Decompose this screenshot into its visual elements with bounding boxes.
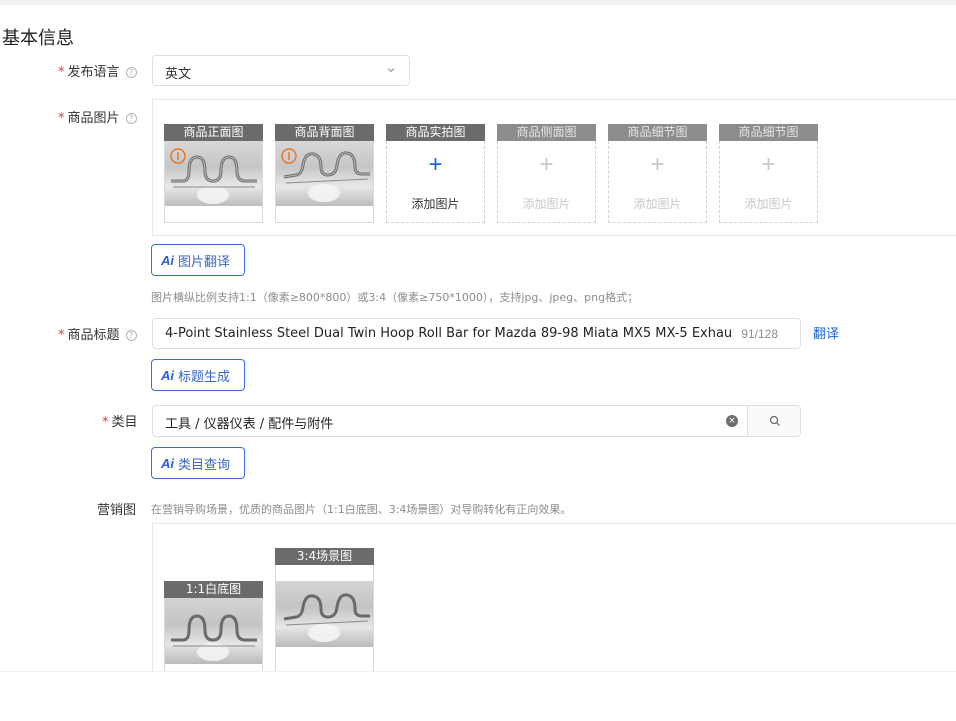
marketing-slot-body: [275, 565, 374, 672]
image-slot-body: + 添加图片: [497, 141, 596, 223]
roll-bar-photo: [171, 614, 257, 661]
plus-icon: +: [761, 151, 776, 178]
marketing-slot-scene[interactable]: 3:4场景图: [275, 548, 374, 672]
image-translate-button[interactable]: Ai 图片翻译: [151, 244, 245, 276]
image-slot-back[interactable]: 商品背面图: [275, 124, 374, 223]
image-slot-caption: 商品细节图: [719, 124, 818, 141]
image-slot-caption: 商品实拍图: [386, 124, 485, 141]
help-icon[interactable]: ?: [125, 67, 137, 78]
marketing-slot-body: [164, 598, 263, 672]
plus-icon: +: [539, 151, 554, 178]
search-icon: [769, 415, 780, 426]
category-field[interactable]: 工具 / 仪器仪表 / 配件与附件 ×: [152, 405, 801, 437]
category-label: * 类目: [102, 411, 138, 430]
product-photo: [276, 581, 373, 647]
ai-icon: Ai: [161, 455, 174, 471]
image-slot-body: [275, 141, 374, 223]
category-query-button[interactable]: Ai 类目查询: [151, 447, 245, 479]
language-select-value: 英文: [165, 67, 192, 82]
top-strip: [0, 0, 956, 5]
image-slot-caption: 商品侧面图: [497, 124, 596, 141]
image-slot-detail-1: 商品细节图 + 添加图片: [608, 124, 707, 223]
product-photo: [165, 598, 262, 664]
category-query-label: 类目查询: [178, 457, 231, 473]
section-title: 基本信息: [2, 28, 74, 49]
image-slot-detail-2: 商品细节图 + 添加图片: [719, 124, 818, 223]
category-label-text: 类目: [111, 415, 138, 430]
product-title-label-text: 商品标题: [67, 328, 120, 343]
help-icon[interactable]: ?: [125, 113, 137, 124]
product-photo: [165, 141, 262, 206]
image-slot-body: + 添加图片: [608, 141, 707, 223]
marketing-slot-caption: 3:4场景图: [275, 548, 374, 565]
roll-bar-photo: [283, 593, 370, 642]
ai-icon: Ai: [161, 367, 174, 383]
image-slot-real-shot[interactable]: 商品实拍图 + 添加图片: [386, 124, 485, 223]
product-title-label: * 商品标题?: [58, 324, 137, 343]
image-format-hint: 图片横纵比例支持1:1（像素≥800*800）或3:4（像素≥750*1000）…: [151, 291, 639, 304]
help-icon[interactable]: ?: [125, 330, 137, 341]
image-slot-body: + 添加图片: [719, 141, 818, 223]
add-image-text: 添加图片: [744, 197, 793, 211]
title-generate-label: 标题生成: [178, 369, 231, 385]
required-mark: *: [58, 111, 65, 126]
image-slot-caption: 商品背面图: [275, 124, 374, 141]
ai-icon: Ai: [161, 252, 174, 268]
chevron-down-icon: [387, 68, 395, 73]
language-select[interactable]: 英文: [152, 55, 410, 86]
language-label-text: 发布语言: [67, 65, 120, 80]
category-search-button[interactable]: [747, 406, 800, 436]
marketing-slot-white-bg[interactable]: 1:1白底图: [164, 581, 263, 672]
plus-icon: +: [650, 151, 665, 178]
category-value: 工具 / 仪器仪表 / 配件与附件: [165, 417, 334, 432]
product-images-label: * 商品图片?: [58, 107, 137, 126]
image-slot-front[interactable]: 商品正面图: [164, 124, 263, 223]
marketing-label: 营销图: [97, 503, 137, 518]
roll-bar-photo: [281, 148, 370, 202]
add-image-text: 添加图片: [411, 197, 460, 211]
marketing-slot-caption: 1:1白底图: [164, 581, 263, 598]
product-photo: [276, 141, 373, 206]
required-mark: *: [102, 415, 109, 430]
char-count: 91/128: [741, 327, 778, 341]
image-slot-caption: 商品正面图: [164, 124, 263, 141]
marketing-panel: [152, 523, 956, 673]
bottom-strip: [0, 671, 956, 721]
title-generate-button[interactable]: Ai 标题生成: [151, 359, 245, 391]
add-image-text: 添加图片: [522, 197, 571, 211]
plus-icon: +: [428, 151, 443, 178]
product-title-input[interactable]: 4-Point Stainless Steel Dual Twin Hoop R…: [152, 318, 801, 349]
product-title-value: 4-Point Stainless Steel Dual Twin Hoop R…: [165, 326, 733, 341]
image-slot-body: [164, 141, 263, 223]
image-slot-side: 商品侧面图 + 添加图片: [497, 124, 596, 223]
roll-bar-photo: [170, 148, 257, 204]
required-mark: *: [58, 65, 65, 80]
language-label: * 发布语言?: [58, 61, 137, 80]
image-translate-label: 图片翻译: [178, 254, 231, 270]
image-slot-body: + 添加图片: [386, 141, 485, 223]
translate-link[interactable]: 翻译: [813, 323, 839, 342]
image-slot-caption: 商品细节图: [608, 124, 707, 141]
required-mark: *: [58, 328, 65, 343]
add-image-text: 添加图片: [633, 197, 682, 211]
marketing-hint: 在营销导购场景，优质的商品图片（1:1白底图、3:4场景图）对导购转化有正向效果…: [151, 503, 572, 516]
clear-icon[interactable]: ×: [726, 415, 738, 427]
product-images-label-text: 商品图片: [67, 111, 120, 126]
